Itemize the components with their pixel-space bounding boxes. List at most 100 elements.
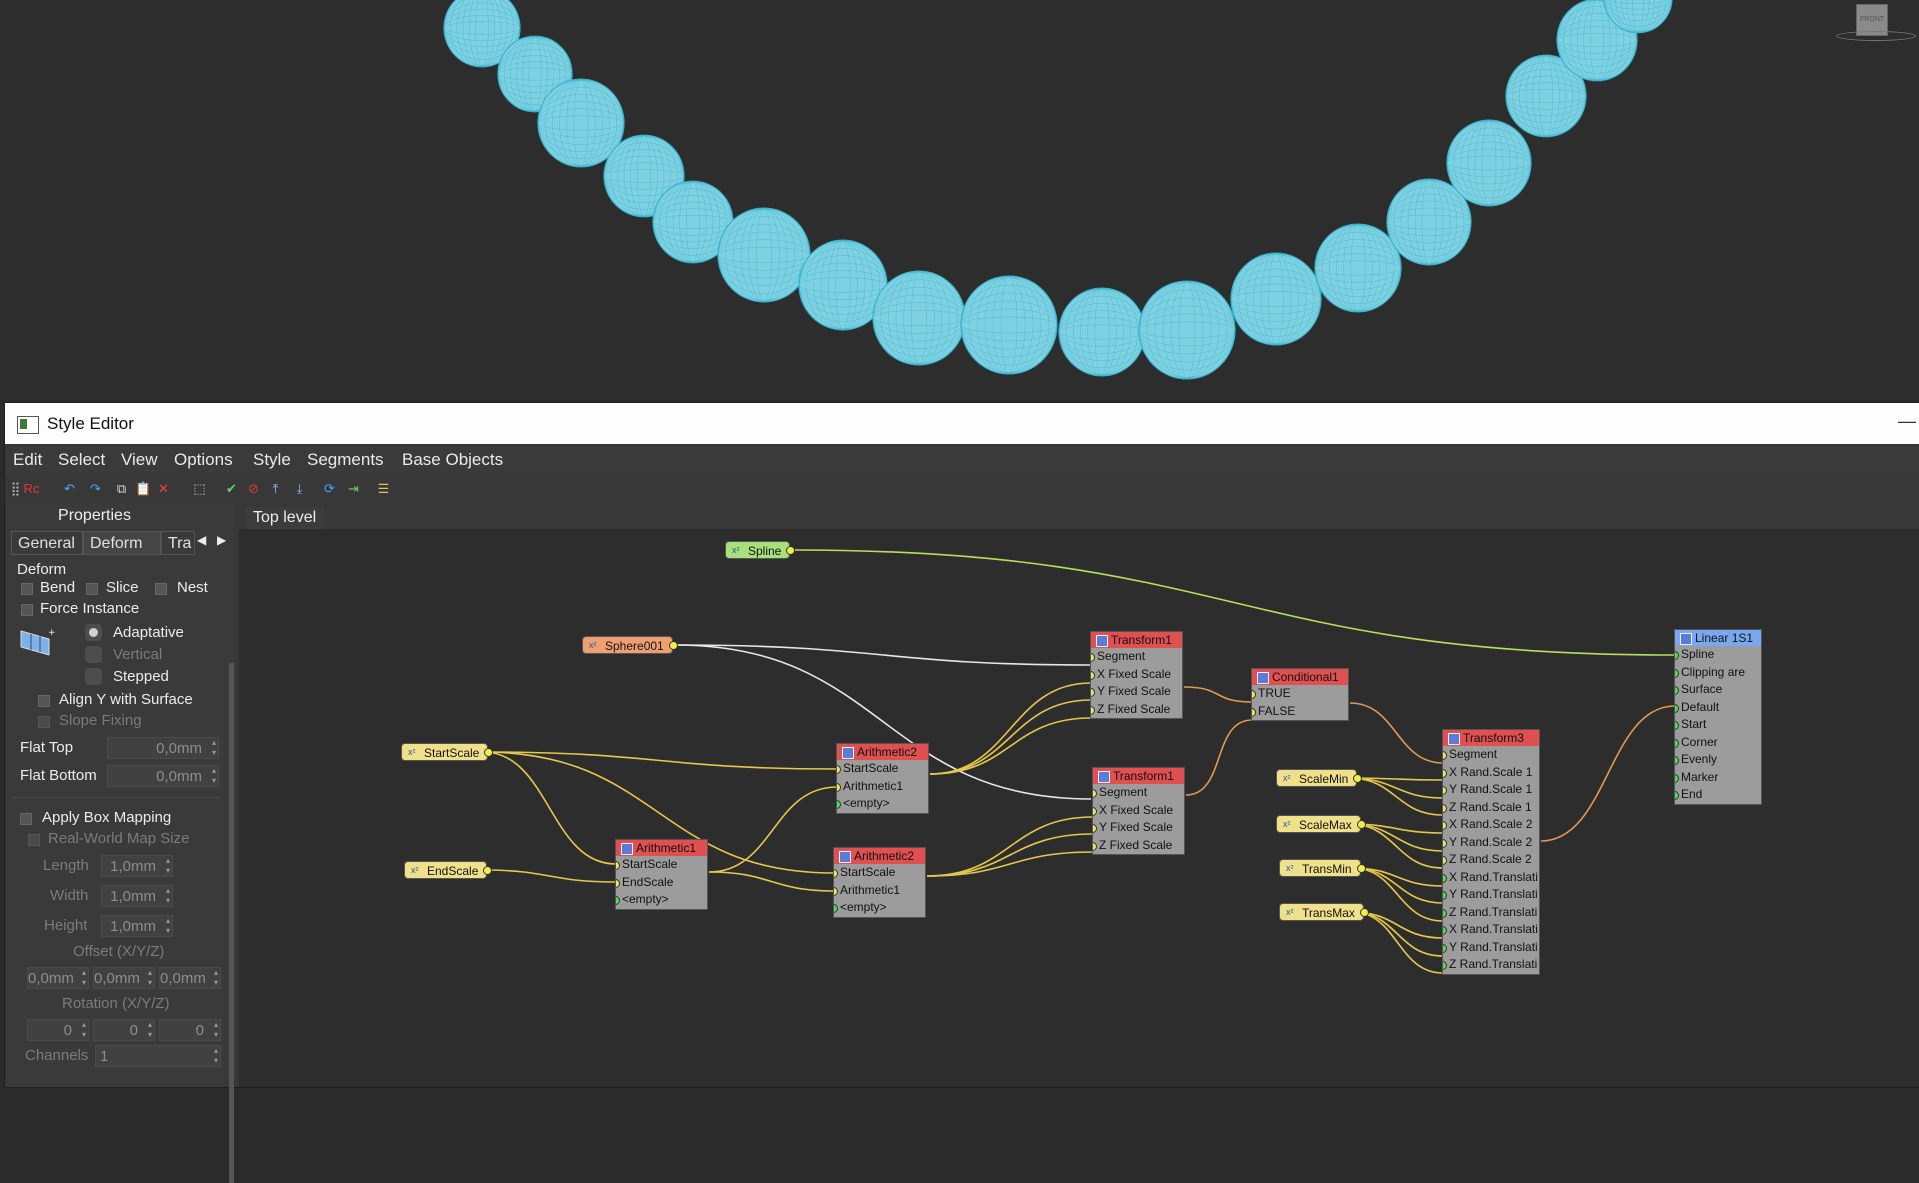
node-port[interactable]: Surface [1675,681,1761,699]
width-spinner[interactable]: 1,0mm [101,885,173,907]
node-port[interactable]: <empty> [837,795,928,813]
refresh-icon[interactable]: ⟳ [321,480,338,497]
tab-transform[interactable]: Tra [161,531,195,555]
node-port[interactable]: X Rand.Translati [1443,869,1539,887]
menu-base-objects[interactable]: Base Objects [402,450,503,470]
scale-min-parameter[interactable]: ScaleMin [1276,769,1363,787]
node-port[interactable]: X Rand.Scale 1 [1443,764,1539,782]
menu-select[interactable]: Select [58,450,105,470]
apply-box-mapping-checkbox[interactable] [20,813,32,825]
delete-icon[interactable]: ✕ [155,480,172,497]
undo-icon[interactable]: ↶ [61,480,78,497]
menu-segments[interactable]: Segments [307,450,384,470]
node-port[interactable]: Y Rand.Translati [1443,939,1539,957]
menu-options[interactable]: Options [174,450,233,470]
arithmetic1-node[interactable]: Arithmetic1 StartScale EndScale <empty> [615,839,708,910]
transform1-node[interactable]: Transform1 Segment X Fixed Scale Y Fixed… [1090,631,1183,719]
node-port[interactable]: X Fixed Scale [1093,802,1184,820]
node-port[interactable]: EndScale [616,874,707,892]
channels-input[interactable]: 1 [95,1045,221,1067]
length-spinner[interactable]: 1,0mm [101,855,173,877]
sphere-node[interactable]: Sphere001 [582,636,678,654]
node-port[interactable]: Spline [1675,646,1761,664]
node-port[interactable]: Y Fixed Scale [1091,683,1182,701]
viewport-3d[interactable]: FRONT [0,0,1919,400]
stepped-radio[interactable] [85,668,102,685]
slice-checkbox[interactable] [86,583,98,595]
railclone-logo-icon[interactable]: Rc [23,480,40,497]
menu-view[interactable]: View [121,450,158,470]
tab-deform[interactable]: Deform [83,531,161,555]
flat-bottom-spinner[interactable]: 0,0mm [107,765,219,787]
spline-node[interactable]: Spline [725,541,796,559]
menu-edit[interactable]: Edit [13,450,42,470]
vertical-radio[interactable] [85,646,102,663]
transform1-node[interactable]: Transform1 Segment X Fixed Scale Y Fixed… [1092,767,1185,855]
rotation-y-spinner[interactable]: 0 [93,1019,155,1041]
trans-min-parameter[interactable]: TransMin [1279,859,1366,877]
node-port[interactable]: <empty> [834,899,925,917]
arithmetic2-node[interactable]: Arithmetic2 StartScale Arithmetic1 <empt… [836,743,929,814]
rotation-x-spinner[interactable]: 0 [27,1019,89,1041]
tab-general[interactable]: General [11,531,83,555]
dotted-grid-icon[interactable]: ⣿ [7,480,24,497]
node-port[interactable]: Evenly [1675,751,1761,769]
node-port[interactable]: Y Rand.Scale 1 [1443,781,1539,799]
linear-1s1-node[interactable]: Linear 1S1 Spline Clipping are Surface D… [1674,629,1762,805]
node-port[interactable]: <empty> [616,891,707,909]
properties-scrollbar[interactable] [229,663,234,1183]
slope-fixing-checkbox[interactable] [38,716,50,728]
node-port[interactable]: Z Rand.Translati [1443,904,1539,922]
node-port[interactable]: Segment [1443,746,1539,764]
node-port[interactable]: Y Rand.Scale 2 [1443,834,1539,852]
force-instance-checkbox[interactable] [21,604,33,616]
nest-checkbox[interactable] [155,583,167,595]
node-graph-canvas[interactable]: Spline Sphere001 StartScale EndScale Sca… [239,529,1919,1087]
end-scale-parameter[interactable]: EndScale [404,861,493,879]
node-port[interactable]: TRUE [1252,685,1348,703]
bend-checkbox[interactable] [21,583,33,595]
breadcrumb[interactable]: Top level [245,507,325,529]
node-port[interactable]: Y Fixed Scale [1093,819,1184,837]
node-port[interactable]: Z Rand.Translati [1443,956,1539,974]
align-bottom-icon[interactable]: ⤓ [291,480,308,497]
conditional1-node[interactable]: Conditional1 TRUE FALSE [1251,668,1349,721]
enable-check-icon[interactable]: ✔ [223,480,240,497]
node-port[interactable]: Start [1675,716,1761,734]
node-port[interactable]: Marker [1675,769,1761,787]
node-port[interactable]: Clipping are [1675,664,1761,682]
transform3-node[interactable]: Transform3 Segment X Rand.Scale 1 Y Rand… [1442,729,1540,975]
list-icon[interactable]: ☰ [375,480,392,497]
minimize-button[interactable]: — [1898,411,1919,432]
disable-icon[interactable]: ⊘ [245,480,262,497]
align-top-icon[interactable]: ⤒ [267,480,284,497]
node-port[interactable]: Y Rand.Translati [1443,886,1539,904]
rotation-z-spinner[interactable]: 0 [159,1019,221,1041]
node-port[interactable]: Arithmetic1 [834,882,925,900]
node-port[interactable]: Z Rand.Scale 2 [1443,851,1539,869]
node-port[interactable]: Z Rand.Scale 1 [1443,799,1539,817]
arithmetic2-node[interactable]: Arithmetic2 StartScale Arithmetic1 <empt… [833,847,926,918]
redo-icon[interactable]: ↷ [87,480,104,497]
tab-scroll-left-icon[interactable]: ◀ [197,533,206,547]
select-frame-icon[interactable]: ⬚ [191,480,208,497]
node-port[interactable]: StartScale [837,760,928,778]
node-port[interactable]: StartScale [616,856,707,874]
node-port[interactable]: X Fixed Scale [1091,666,1182,684]
node-port[interactable]: Segment [1093,784,1184,802]
tab-scroll-right-icon[interactable]: ▶ [217,533,226,547]
align-y-checkbox[interactable] [38,695,50,707]
node-port[interactable]: FALSE [1252,703,1348,721]
node-port[interactable]: End [1675,786,1761,804]
node-port[interactable]: X Rand.Translati [1443,921,1539,939]
offset-z-spinner[interactable]: 0,0mm [159,967,221,989]
paste-icon[interactable]: 📋 [135,480,152,497]
node-port[interactable]: Arithmetic1 [837,778,928,796]
copy-icon[interactable]: ⧉ [113,480,130,497]
viewcube-ring[interactable] [1836,31,1916,41]
scale-max-parameter[interactable]: ScaleMax [1276,815,1366,833]
height-spinner[interactable]: 1,0mm [101,915,173,937]
flat-top-spinner[interactable]: 0,0mm [107,737,219,759]
adaptative-radio[interactable] [85,624,102,641]
node-port[interactable]: StartScale [834,864,925,882]
